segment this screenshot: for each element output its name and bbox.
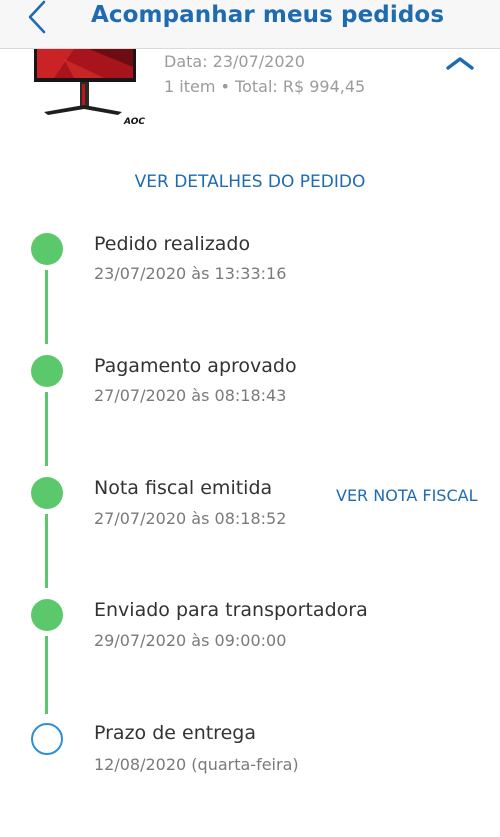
timeline-connector — [45, 636, 48, 714]
step-time: 27/07/2020 às 08:18:52 — [94, 509, 287, 528]
chevron-left-icon[interactable] — [24, 0, 52, 34]
step-title-prazo-de-entrega: Prazo de entrega — [94, 722, 256, 744]
order-tracking-screen: Acompanhar meus pedidos AOC Data: 23/07/… — [0, 0, 500, 837]
step-time: 23/07/2020 às 13:33:16 — [94, 264, 287, 283]
step-time: 29/07/2020 às 09:00:00 — [94, 631, 287, 650]
step-title-nota-fiscal-emitida: Nota fiscal emitida — [94, 477, 273, 499]
step-pending-marker — [31, 723, 63, 755]
page-title: Acompanhar meus pedidos — [91, 2, 445, 28]
step-done-marker — [31, 599, 63, 631]
order-timeline: Pedido realizado 23/07/2020 às 13:33:16 … — [0, 0, 500, 837]
step-time: 12/08/2020 (quarta-feira) — [94, 755, 299, 774]
app-header: Acompanhar meus pedidos — [0, 0, 500, 49]
timeline-connector — [45, 270, 48, 344]
step-done-marker — [31, 477, 63, 509]
step-title-enviado-para-transportadora: Enviado para transportadora — [94, 599, 368, 621]
timeline-connector — [45, 514, 48, 588]
step-done-marker — [31, 233, 63, 265]
step-title-pagamento-aprovado: Pagamento aprovado — [94, 355, 297, 377]
timeline-connector — [45, 392, 48, 466]
view-invoice-link[interactable]: VER NOTA FISCAL — [336, 486, 478, 505]
step-time: 27/07/2020 às 08:18:43 — [94, 386, 287, 405]
step-title-pedido-realizado: Pedido realizado — [94, 233, 251, 255]
step-done-marker — [31, 355, 63, 387]
